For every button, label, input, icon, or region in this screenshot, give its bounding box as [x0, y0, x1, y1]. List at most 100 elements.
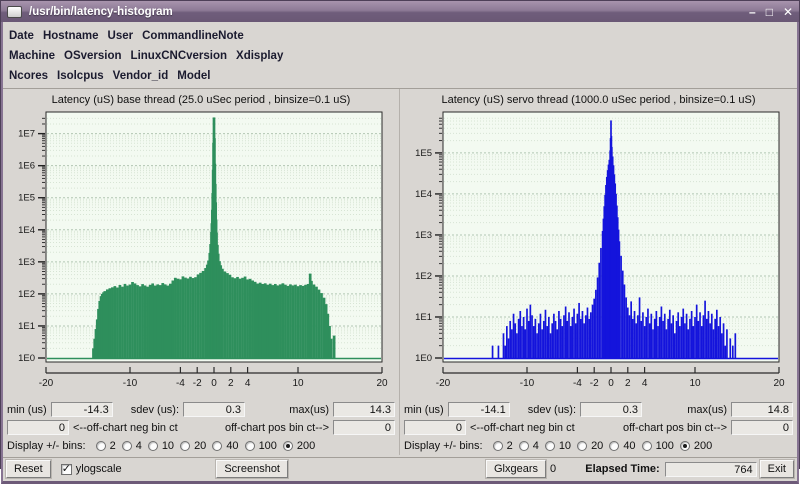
x-tick-label: -2: [590, 378, 599, 389]
pos-bin-label: off-chart pos bin ct-->: [623, 422, 727, 434]
radio-circle-icon: [245, 441, 255, 451]
sdev-value-field[interactable]: 0.3: [580, 402, 642, 417]
bins-radio-label: 10: [162, 440, 174, 452]
bins-radio-20[interactable]: 20: [180, 440, 206, 452]
max-value-field[interactable]: 14.8: [731, 402, 793, 417]
bins-radio-2[interactable]: 2: [493, 440, 513, 452]
radio-circle-icon: [545, 441, 555, 451]
info-item-commandlinenote[interactable]: CommandlineNote: [142, 30, 244, 42]
bins-radio-label: 2: [110, 440, 116, 452]
info-item-osversion[interactable]: OSversion: [64, 50, 122, 62]
y-tick-label: 1E0: [415, 353, 432, 364]
minimize-button[interactable]: –: [749, 6, 756, 18]
bins-radio-100[interactable]: 100: [245, 440, 277, 452]
radio-circle-icon: [493, 441, 503, 451]
header-row-0: Date Hostname User CommandlineNote: [9, 26, 791, 46]
base-thread-panel: Latency (uS) base thread (25.0 uSec peri…: [3, 89, 400, 455]
bins-radio-10[interactable]: 10: [545, 440, 571, 452]
radio-circle-icon: [180, 441, 190, 451]
x-tick-label: 0: [608, 378, 614, 389]
bins-radio-label: 10: [559, 440, 571, 452]
bins-radio-group-1: 2 4 10 20 40 100 200: [487, 440, 713, 452]
min-value-field[interactable]: -14.3: [51, 402, 113, 417]
y-tick-label: 1E5: [415, 148, 432, 159]
info-item-vendor_id[interactable]: Vendor_id: [113, 70, 169, 82]
info-item-ncores[interactable]: Ncores: [9, 70, 48, 82]
bins-radio-10[interactable]: 10: [148, 440, 174, 452]
info-item-machine[interactable]: Machine: [9, 50, 55, 62]
radio-circle-icon: [148, 441, 158, 451]
bins-radio-group-0: 24 10 20 40 100 200: [90, 440, 316, 452]
y-tick-label: 1E2: [18, 289, 35, 300]
bins-radio-200[interactable]: 200: [283, 440, 315, 452]
radio-circle-icon: [680, 441, 690, 451]
radio-circle-icon: [96, 441, 106, 451]
x-tick-label: 4: [245, 378, 251, 389]
screenshot-button[interactable]: Screenshot: [216, 460, 288, 478]
bins-radio-200[interactable]: 200: [680, 440, 712, 452]
radio-circle-icon: [577, 441, 587, 451]
info-item-hostname[interactable]: Hostname: [43, 30, 99, 42]
y-tick-label: 1E4: [415, 189, 432, 200]
header-row-1: Machine OSversion LinuxCNCversion Xdisplay: [9, 46, 791, 66]
x-tick-label: -10: [123, 378, 138, 389]
neg-bin-count-field[interactable]: 0: [7, 420, 69, 435]
y-tick-label: 1E3: [415, 230, 432, 241]
bins-radio-40[interactable]: 40: [609, 440, 635, 452]
glxgears-button[interactable]: Glxgears: [486, 460, 546, 478]
glxgears-count: 0: [550, 463, 556, 475]
bins-radio-100[interactable]: 100: [642, 440, 674, 452]
sdev-value-field[interactable]: 0.3: [183, 402, 245, 417]
info-item-isolcpus[interactable]: Isolcpus: [57, 70, 104, 82]
display-bins-label: Display +/- bins:: [7, 440, 86, 452]
y-tick-label: 1E2: [415, 271, 432, 282]
info-item-model[interactable]: Model: [177, 70, 210, 82]
bins-radio-4[interactable]: 4: [122, 440, 142, 452]
pos-bin-count-field[interactable]: 0: [731, 420, 793, 435]
close-button[interactable]: ✕: [783, 6, 793, 18]
radio-circle-icon: [283, 441, 293, 451]
elapsed-time-field[interactable]: 764: [665, 462, 757, 477]
bins-radio-label: 200: [297, 440, 315, 452]
min-label: min (us): [404, 404, 444, 416]
min-value-field[interactable]: -14.1: [448, 402, 510, 417]
bins-radio-label: 40: [623, 440, 635, 452]
x-tick-label: 10: [689, 378, 701, 389]
reset-button[interactable]: Reset: [6, 460, 51, 478]
y-tick-label: 1E1: [415, 312, 432, 323]
ylogscale-checkbox[interactable]: ✓: [61, 464, 72, 475]
bins-radio-2[interactable]: 2: [96, 440, 116, 452]
max-label: max(us): [687, 404, 727, 416]
window-title: /usr/bin/latency-histogram: [29, 6, 173, 18]
x-tick-label: -20: [39, 378, 54, 389]
maximize-button[interactable]: □: [766, 6, 773, 18]
title-bar[interactable]: /usr/bin/latency-histogram – □ ✕: [1, 1, 799, 22]
x-tick-label: 2: [228, 378, 234, 389]
bins-radio-40[interactable]: 40: [212, 440, 238, 452]
x-tick-label: 10: [292, 378, 304, 389]
info-item-linuxcncversion[interactable]: LinuxCNCversion: [131, 50, 228, 62]
x-tick-label: 20: [773, 378, 785, 389]
elapsed-time-label: Elapsed Time:: [585, 463, 659, 475]
bins-radio-label: 20: [591, 440, 603, 452]
pos-bin-count-field[interactable]: 0: [333, 420, 395, 435]
info-item-user[interactable]: User: [108, 30, 134, 42]
ylogscale-label: ylogscale: [76, 463, 122, 475]
min-label: min (us): [7, 404, 47, 416]
y-tick-label: 1E3: [18, 257, 35, 268]
info-item-date[interactable]: Date: [9, 30, 34, 42]
y-tick-label: 1E6: [18, 161, 35, 172]
max-value-field[interactable]: 14.3: [333, 402, 395, 417]
bins-radio-label: 4: [533, 440, 539, 452]
bins-radio-4[interactable]: 4: [519, 440, 539, 452]
radio-circle-icon: [609, 441, 619, 451]
bins-radio-20[interactable]: 20: [577, 440, 603, 452]
neg-bin-count-field[interactable]: 0: [404, 420, 466, 435]
x-tick-label: 2: [625, 378, 631, 389]
x-tick-label: -2: [193, 378, 202, 389]
radio-circle-icon: [519, 441, 529, 451]
radio-circle-icon: [212, 441, 222, 451]
display-bins-label: Display +/- bins:: [404, 440, 483, 452]
exit-button[interactable]: Exit: [760, 460, 794, 478]
info-item-xdisplay[interactable]: Xdisplay: [236, 50, 283, 62]
